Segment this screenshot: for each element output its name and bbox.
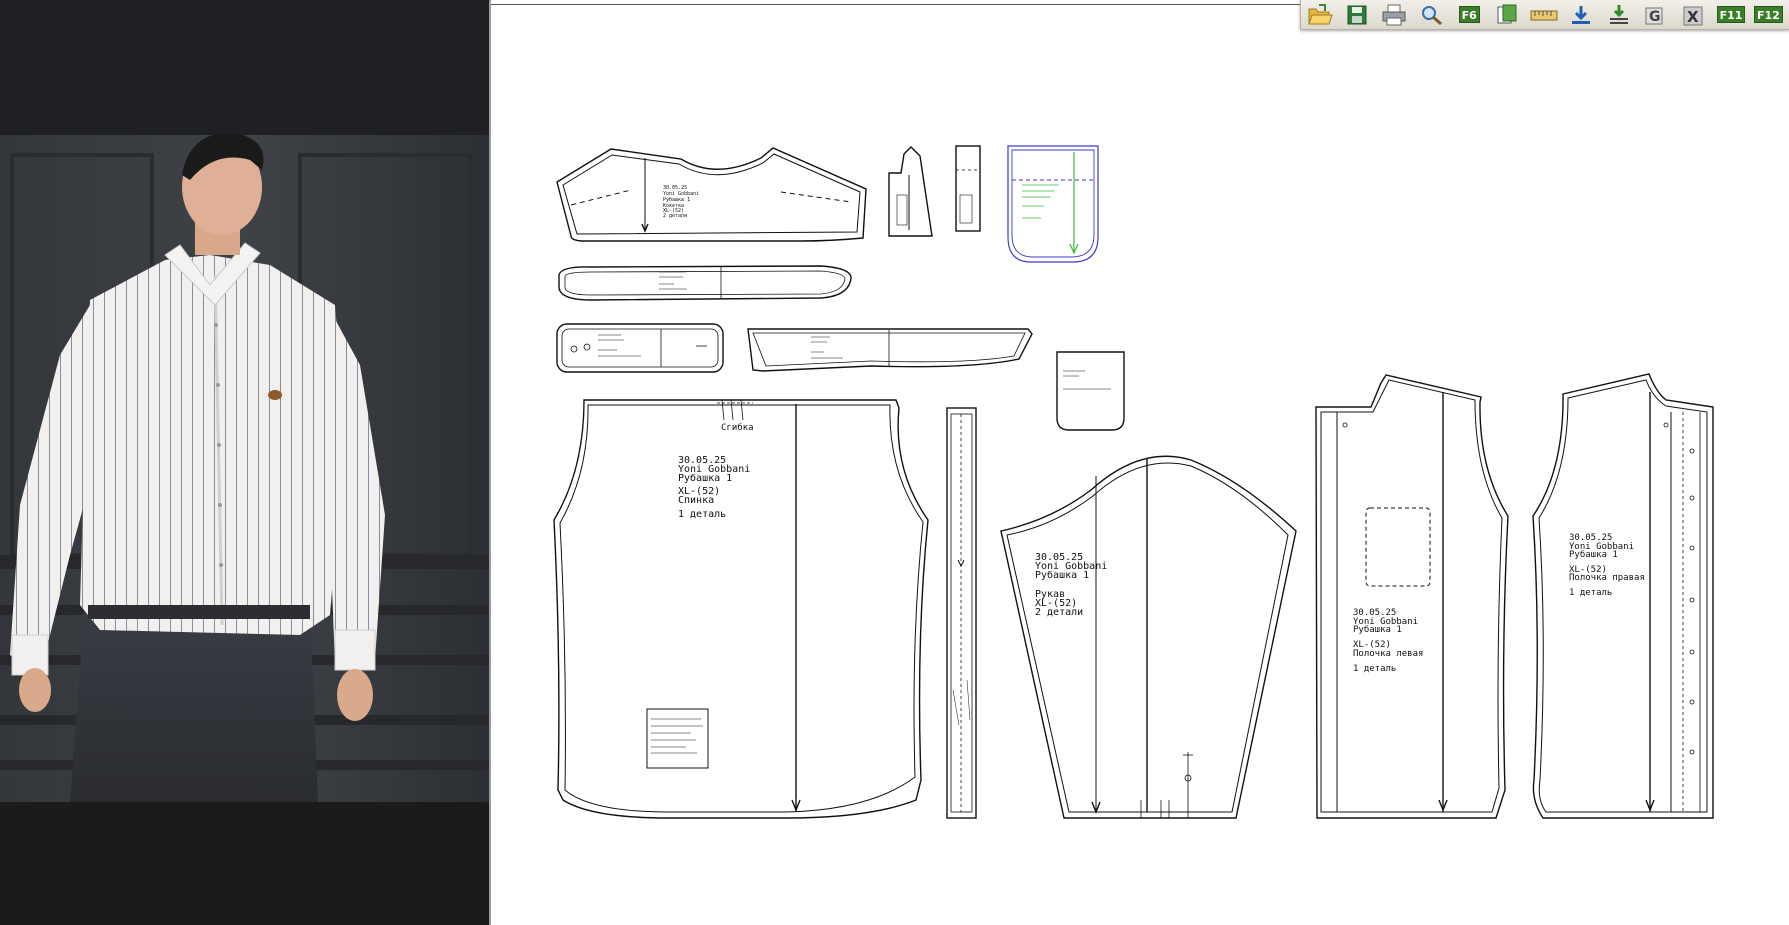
front-left-label-model: Рубашка 1	[1353, 624, 1402, 635]
reference-photo-panel	[0, 0, 489, 925]
measure-ruler-icon	[1530, 10, 1558, 20]
grading-button[interactable]: G	[1640, 1, 1673, 29]
f11-key-icon: F11	[1716, 6, 1746, 23]
import-button[interactable]	[1565, 1, 1598, 29]
pattern-piece-pocket[interactable]	[1007, 145, 1099, 263]
pattern-piece-collar-stand[interactable]	[558, 265, 852, 301]
photo-top-letterbox	[0, 0, 489, 135]
pattern-layout-canvas[interactable]: 30.05.25 Yoni Gobbani Рубашка 1 Кокетка …	[489, 0, 1789, 925]
copy-sheet-button[interactable]	[1490, 1, 1523, 29]
front-left-label-count: 1 деталь	[1353, 664, 1396, 674]
yoke-label-count: 2 детали	[663, 213, 687, 219]
photo-bottom-letterbox	[0, 802, 489, 925]
pattern-piece-button-placket[interactable]	[946, 407, 977, 819]
save-button[interactable]	[1340, 1, 1373, 29]
import-layers-button[interactable]	[1602, 1, 1635, 29]
model-shirt-photo	[0, 135, 489, 802]
front-right-label-part: Полочка правая	[1569, 573, 1645, 583]
print-icon	[1382, 4, 1406, 25]
f11-button[interactable]: F11	[1714, 1, 1747, 29]
back-label-model: Рубашка 1	[678, 472, 732, 484]
front-right-label-model: Рубашка 1	[1569, 549, 1618, 560]
open-button[interactable]	[1303, 1, 1336, 29]
graded-g-icon: G	[1645, 7, 1663, 25]
import-download-icon	[1572, 5, 1591, 24]
pattern-piece-pocket-flap[interactable]	[1056, 351, 1125, 431]
svg-text:X: X	[1687, 8, 1699, 26]
print-button[interactable]	[1378, 1, 1411, 29]
svg-text:G: G	[1649, 9, 1661, 25]
pattern-piece-cuff-strip[interactable]	[955, 145, 981, 232]
excel-x-icon: X	[1683, 6, 1703, 26]
export-excel-button[interactable]: X	[1677, 1, 1710, 29]
sleeve-label-count: 2 детали	[1035, 607, 1083, 618]
pattern-piece-front-right[interactable]: 30.05.25 Yoni Gobbani Рубашка 1 XL-(52) …	[1532, 373, 1714, 819]
pattern-piece-back[interactable]: Сгибка 30.05.25 Yoni Gobbani Рубашка 1 X…	[553, 399, 929, 819]
pattern-piece-sleeve-placket[interactable]	[888, 146, 933, 237]
pattern-piece-front-left[interactable]: 30.05.25 Yoni Gobbani Рубашка 1 XL-(52) …	[1315, 374, 1509, 819]
f6-key-icon: F6	[1458, 6, 1480, 23]
f6-button[interactable]: F6	[1453, 1, 1486, 29]
f12-button[interactable]: F12	[1752, 1, 1785, 29]
open-folder-icon	[1307, 3, 1333, 24]
pattern-piece-cuff[interactable]	[556, 323, 724, 373]
pattern-piece-collar[interactable]	[747, 328, 1033, 372]
front-right-label-count: 1 деталь	[1569, 588, 1612, 598]
cad-toolbar: F6 G X F11 F12	[1300, 0, 1789, 30]
front-left-label-part: Полочка левая	[1353, 649, 1423, 659]
back-label-count: 1 деталь	[678, 509, 726, 520]
back-fold-label: Сгибка	[721, 422, 754, 433]
zoom-button[interactable]	[1415, 1, 1448, 29]
back-label-part: Спинка	[678, 495, 714, 506]
sleeve-label-model: Рубашка 1	[1035, 569, 1089, 581]
pattern-piece-yoke[interactable]: 30.05.25 Yoni Gobbani Рубашка 1 Кокетка …	[556, 147, 867, 242]
import-layers-icon	[1609, 4, 1628, 24]
pattern-piece-sleeve[interactable]: 30.05.25 Yoni Gobbani Рубашка 1 Рукав XL…	[1000, 455, 1297, 819]
magnifier-icon	[1421, 5, 1442, 25]
copy-sheet-icon	[1497, 4, 1517, 23]
save-icon	[1347, 5, 1367, 24]
measure-button[interactable]	[1527, 1, 1560, 29]
f12-key-icon: F12	[1753, 6, 1783, 23]
yoke-label-model: Рубашка 1	[663, 196, 690, 203]
